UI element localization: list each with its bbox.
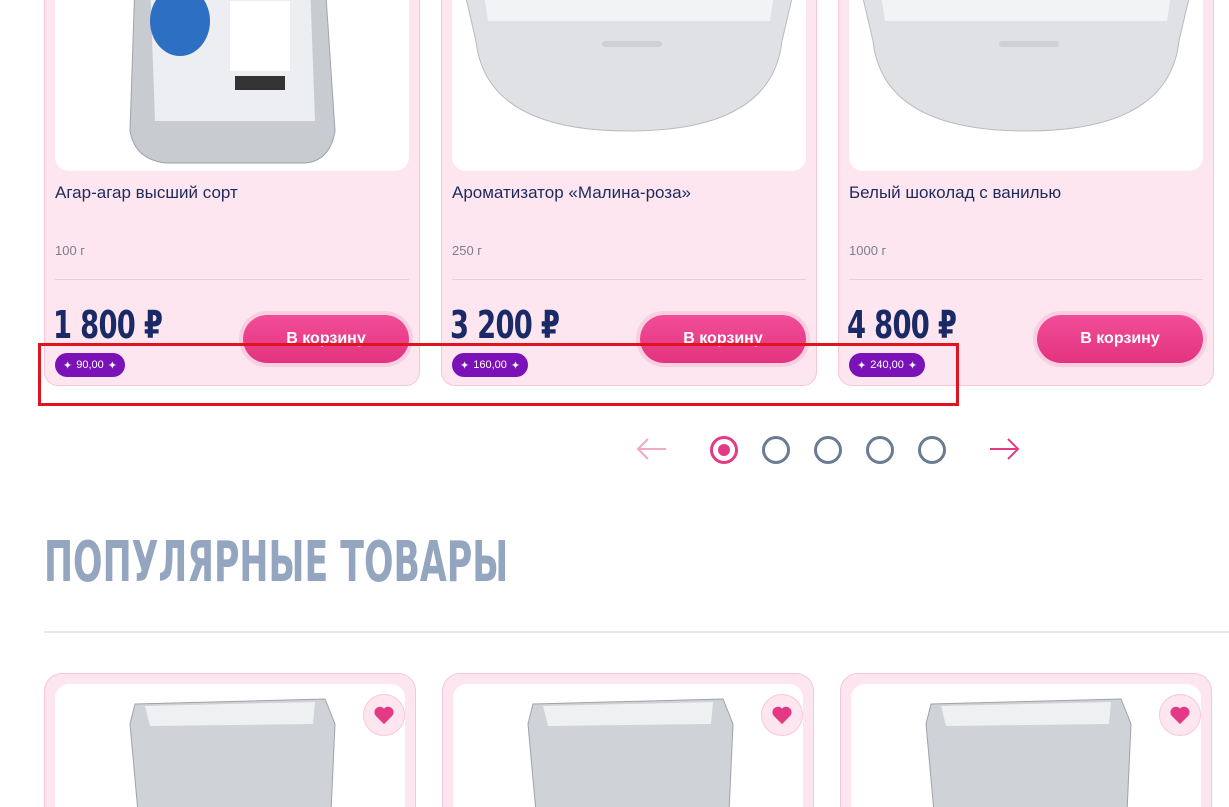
highlight-box [38, 343, 959, 406]
pager-dot[interactable] [866, 436, 894, 464]
product-card[interactable]: Агар-агар высший сорт 100 г 1 800 ₽ В ко… [44, 0, 420, 386]
product-card[interactable] [442, 673, 814, 807]
arrow-left-icon[interactable] [634, 434, 670, 464]
product-card[interactable]: Ароматизатор «Малина-роза» 250 г 3 200 ₽… [441, 0, 817, 386]
divider [452, 279, 806, 280]
divider [849, 279, 1203, 280]
product-price: 3 200 ₽ [450, 303, 560, 347]
arrow-right-icon[interactable] [986, 434, 1022, 464]
product-price: 1 800 ₽ [53, 303, 163, 347]
add-to-cart-button[interactable]: В корзину [1037, 315, 1203, 363]
heart-icon [1170, 706, 1190, 725]
product-card[interactable] [840, 673, 1212, 807]
section-title: ПОПУЛЯРНЫЕ ТОВАРЫ [44, 530, 509, 595]
product-image[interactable] [55, 684, 405, 807]
pager-dot[interactable] [814, 436, 842, 464]
carousel-pager [630, 430, 1030, 470]
product-name[interactable]: Ароматизатор «Малина-роза» [452, 183, 691, 203]
heart-icon [772, 706, 792, 725]
pager-dot[interactable] [710, 436, 738, 464]
product-name[interactable]: Белый шоколад с ванилью [849, 183, 1061, 203]
product-card[interactable]: Белый шоколад с ванилью 1000 г 4 800 ₽ В… [838, 0, 1214, 386]
product-weight: 1000 г [849, 243, 887, 258]
pager-dot[interactable] [918, 436, 946, 464]
product-image[interactable] [851, 684, 1201, 807]
product-weight: 100 г [55, 243, 86, 258]
section-divider [44, 631, 1229, 633]
pager-dot[interactable] [762, 436, 790, 464]
product-card[interactable] [44, 673, 416, 807]
favorite-button[interactable] [363, 694, 405, 736]
product-price: 4 800 ₽ [847, 303, 957, 347]
product-name[interactable]: Агар-агар высший сорт [55, 183, 238, 203]
favorite-button[interactable] [761, 694, 803, 736]
product-image[interactable] [453, 684, 803, 807]
product-weight: 250 г [452, 243, 483, 258]
divider [55, 279, 409, 280]
product-image[interactable] [55, 0, 409, 171]
product-image[interactable] [452, 0, 806, 171]
product-image[interactable] [849, 0, 1203, 171]
heart-icon [374, 706, 394, 725]
favorite-button[interactable] [1159, 694, 1201, 736]
